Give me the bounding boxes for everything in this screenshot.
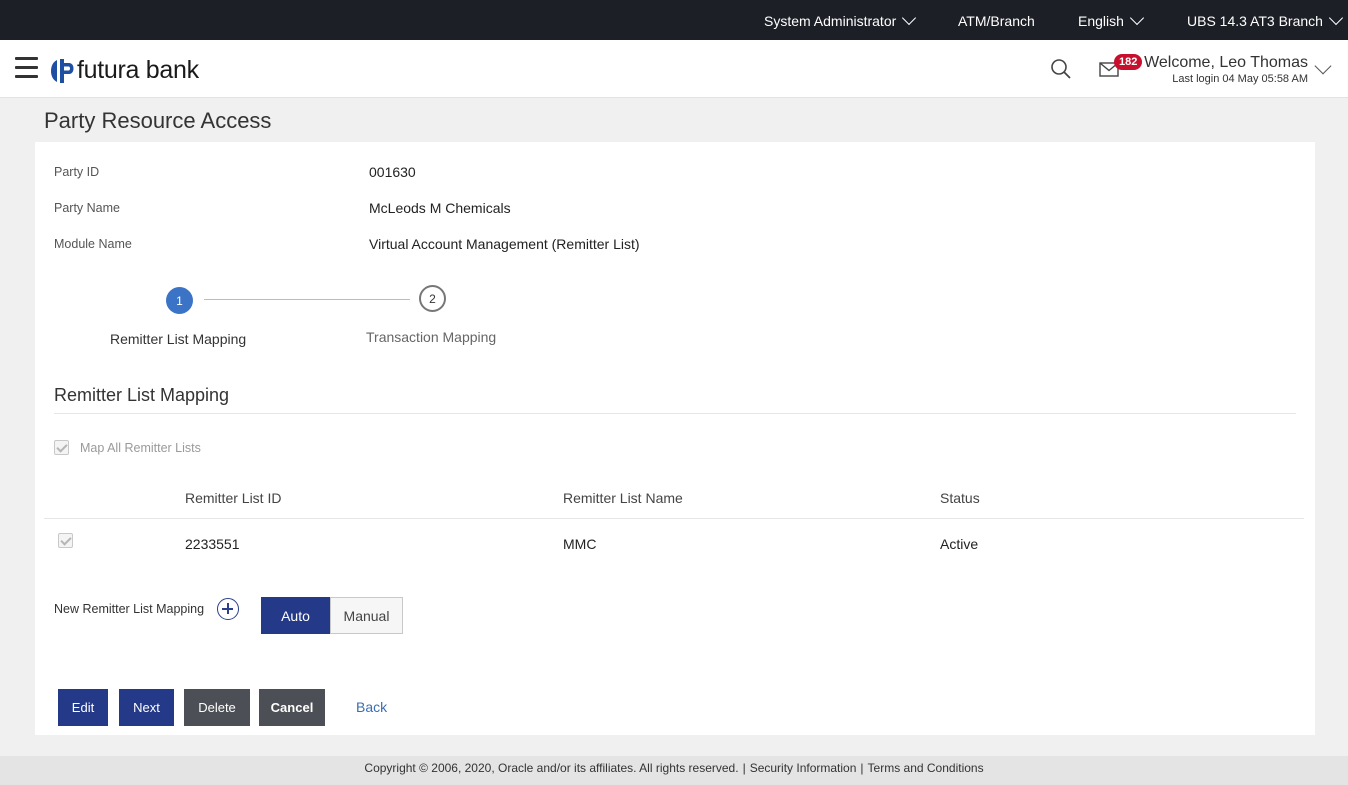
section-title: Remitter List Mapping [54,385,230,405]
stepper-connector [204,299,410,300]
module-name-label: Module Name [54,237,132,251]
main-card: Party ID 001630 Party Name McLeods M Che… [35,142,1315,735]
new-mapping-label: New Remitter List Mapping [54,602,205,616]
step-1-indicator[interactable]: 1 [166,287,193,314]
party-id-value: 001630 [369,164,416,180]
status-cell: Active [940,536,979,552]
app-header: futura bank 182 Welcome, Leo Thomas Last… [0,40,1348,98]
column-header-remitter-list-id: Remitter List ID [185,490,282,506]
chevron-down-icon [1129,10,1144,26]
atm-branch-label: ATM/Branch [958,13,1035,29]
remitter-list-id-cell: 2233551 [185,536,240,552]
auto-toggle-button[interactable]: Auto [261,597,330,634]
column-header-remitter-list-name: Remitter List Name [563,490,683,506]
party-name-label: Party Name [54,201,120,215]
hamburger-menu-icon[interactable] [15,57,38,79]
add-circle-icon[interactable] [217,598,239,620]
language-dropdown[interactable]: English [1078,10,1144,29]
edit-button[interactable]: Edit [58,689,108,726]
step-2-label: Transaction Mapping [366,329,497,345]
brand-logo[interactable]: futura bank [50,56,199,85]
map-all-checkbox[interactable] [54,440,69,455]
last-login-text: Last login 04 May 05:58 AM [1172,73,1308,85]
back-link[interactable]: Back [356,699,387,715]
search-icon[interactable] [1050,58,1072,80]
section-divider [54,413,1296,414]
branch-dropdown[interactable]: UBS 14.3 AT3 Branch [1187,10,1344,29]
party-id-label: Party ID [54,165,100,179]
manual-toggle-button[interactable]: Manual [330,597,403,634]
atm-branch-link[interactable]: ATM/Branch [958,13,1035,29]
chevron-down-icon [902,10,917,26]
brand-name: futura bank [77,56,199,84]
notification-badge: 182 [1114,54,1143,70]
delete-button[interactable]: Delete [184,689,250,726]
role-dropdown[interactable]: System Administrator [764,10,917,29]
copyright-text: Copyright © 2006, 2020, Oracle and/or it… [364,761,739,775]
branch-label: UBS 14.3 AT3 Branch [1187,13,1323,29]
footer: Copyright © 2006, 2020, Oracle and/or it… [0,756,1348,785]
next-button[interactable]: Next [119,689,174,726]
table-header-divider [44,518,1304,519]
page-title: Party Resource Access [44,108,272,133]
chevron-down-icon [1328,10,1344,26]
top-bar: System Administrator ATM/Branch English … [0,0,1348,40]
welcome-text: Welcome, Leo Thomas [1144,54,1308,71]
mailbox-button[interactable]: 182 [1097,54,1145,84]
language-label: English [1078,13,1124,29]
security-information-link[interactable]: Security Information [750,761,857,775]
futura-logo-icon [51,58,74,83]
map-all-label: Map All Remitter Lists [80,441,201,455]
step-2-indicator[interactable]: 2 [419,285,446,312]
step-1-label: Remitter List Mapping [110,331,247,347]
column-header-status: Status [940,490,980,506]
remitter-list-name-cell: MMC [563,536,597,552]
role-label: System Administrator [764,13,897,29]
cancel-button[interactable]: Cancel [259,689,325,726]
row-checkbox[interactable] [58,533,73,548]
terms-and-conditions-link[interactable]: Terms and Conditions [868,761,984,775]
module-name-value: Virtual Account Management (Remitter Lis… [369,236,640,252]
user-profile[interactable]: Welcome, Leo Thomas Last login 04 May 05… [1144,54,1308,85]
party-name-value: McLeods M Chemicals [369,200,511,216]
